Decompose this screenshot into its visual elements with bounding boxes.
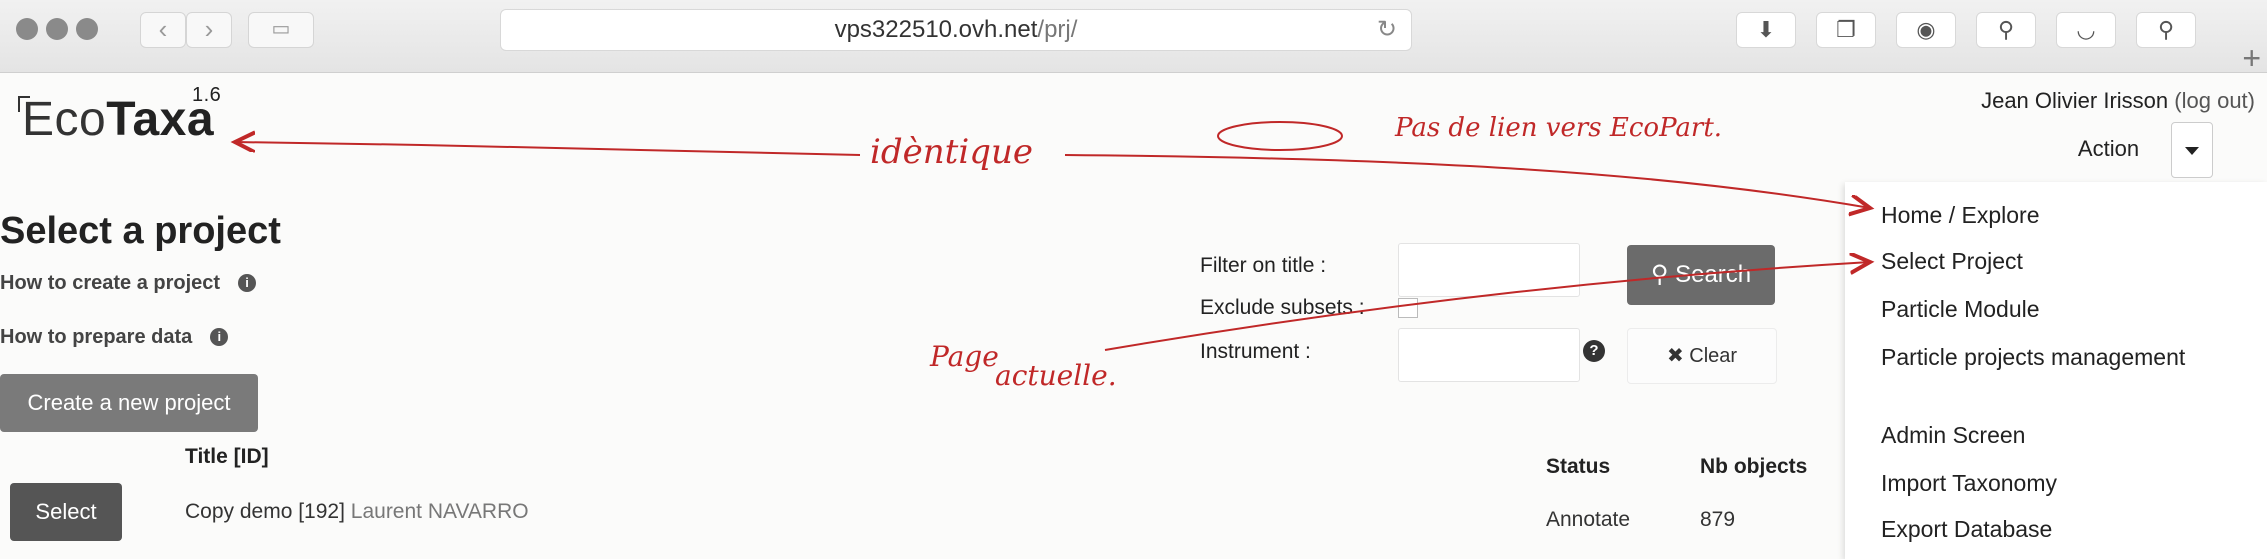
table-row-title[interactable]: Copy demo [192] Laurent NAVARRO bbox=[185, 500, 529, 524]
user-name: Jean Olivier Irisson bbox=[1981, 88, 2169, 113]
sidebar-icon[interactable]: ▭ bbox=[248, 12, 314, 48]
exclude-subsets-label: Exclude subsets : bbox=[1200, 296, 1365, 319]
annotation-identique: idèntique bbox=[870, 132, 1033, 172]
col-nb-objects-header: Nb objects bbox=[1700, 455, 1808, 478]
address-bar[interactable]: vps322510.ovh.net/prj/ ↻ bbox=[500, 9, 1412, 51]
search-button-label: Search bbox=[1675, 261, 1752, 288]
ecopart-ellipse bbox=[1217, 121, 1343, 151]
caret-down-icon[interactable] bbox=[2171, 122, 2213, 178]
annotation-actuelle: actuelle. bbox=[995, 359, 1117, 392]
tabs-overview-icon[interactable]: ❐ bbox=[1816, 12, 1876, 48]
info-icon[interactable]: i bbox=[238, 274, 257, 292]
project-owner: Laurent NAVARRO bbox=[350, 500, 529, 523]
annotation-pas-de-lien: Pas de lien vers EcoPart. bbox=[1394, 113, 1722, 143]
search-button[interactable]: ⚲ Search bbox=[1627, 245, 1775, 305]
logo-bracket bbox=[18, 96, 30, 112]
project-nb-objects: 879 bbox=[1700, 508, 1736, 531]
menu-item-import-taxonomy[interactable]: Import Taxonomy bbox=[1881, 470, 2057, 497]
menu-item-select-project[interactable]: Select Project bbox=[1881, 248, 2023, 275]
clear-button[interactable]: ✖ Clear bbox=[1627, 328, 1777, 384]
info-icon[interactable]: i bbox=[210, 328, 229, 346]
action-menu: Home / Explore Select Project Particle M… bbox=[1845, 182, 2267, 559]
help-create-project[interactable]: How to create a project i bbox=[0, 272, 257, 295]
extension-icon[interactable]: ◉ bbox=[1896, 12, 1956, 48]
filter-title-input[interactable] bbox=[1398, 243, 1580, 297]
url-host: vps322510.ovh.net bbox=[834, 16, 1038, 43]
clear-button-label: Clear bbox=[1689, 345, 1738, 367]
reload-icon[interactable]: ↻ bbox=[1377, 10, 1397, 50]
help-prepare-label[interactable]: How to prepare data bbox=[0, 326, 192, 348]
menu-item-particle-projects[interactable]: Particle projects management bbox=[1881, 344, 2185, 371]
close-icon: ✖ bbox=[1666, 345, 1684, 367]
filter-title-label: Filter on title : bbox=[1200, 254, 1327, 277]
instrument-select[interactable] bbox=[1398, 328, 1580, 382]
col-title-header: Title [ID] bbox=[185, 445, 269, 468]
search-extension-icon[interactable]: ⚲ bbox=[1976, 12, 2036, 48]
logout-link[interactable]: (log out) bbox=[2174, 88, 2255, 113]
select-project-button[interactable]: Select bbox=[10, 483, 122, 541]
arrow-to-home bbox=[1064, 154, 1870, 208]
new-tab-icon[interactable]: + bbox=[2242, 40, 2261, 77]
arrow-to-logo bbox=[235, 142, 861, 156]
app-logo[interactable]: EcoTaxa 1.6 bbox=[18, 84, 221, 147]
minimize-window-icon[interactable] bbox=[46, 18, 68, 40]
action-button[interactable]: Action bbox=[2046, 122, 2171, 176]
pocket-icon[interactable]: ◡ bbox=[2056, 12, 2116, 48]
annotation-page: Page bbox=[929, 340, 999, 373]
user-info: Jean Olivier Irisson (log out) bbox=[1981, 88, 2255, 114]
help-prepare-data[interactable]: How to prepare data i bbox=[0, 326, 229, 349]
search-extension-2-icon[interactable]: ⚲ bbox=[2136, 12, 2196, 48]
project-title[interactable]: Copy demo [192] bbox=[185, 500, 345, 523]
logo-eco: Eco bbox=[22, 93, 107, 146]
help-create-label[interactable]: How to create a project bbox=[0, 272, 220, 294]
col-status-header: Status bbox=[1546, 455, 1611, 478]
create-project-button[interactable]: Create a new project bbox=[0, 374, 258, 432]
back-icon[interactable]: ‹ bbox=[140, 12, 186, 48]
url-path: /prj/ bbox=[1037, 16, 1078, 43]
menu-item-particle-module[interactable]: Particle Module bbox=[1881, 296, 2040, 323]
menu-item-admin-screen[interactable]: Admin Screen bbox=[1881, 422, 2025, 449]
exclude-subsets-checkbox[interactable] bbox=[1398, 298, 1418, 318]
forward-icon[interactable]: › bbox=[186, 12, 232, 48]
instrument-label: Instrument : bbox=[1200, 340, 1311, 363]
zoom-window-icon[interactable] bbox=[76, 18, 98, 40]
question-icon[interactable]: ? bbox=[1583, 340, 1605, 362]
menu-item-export-database[interactable]: Export Database bbox=[1881, 516, 2052, 543]
app-version: 1.6 bbox=[192, 84, 222, 106]
project-status: Annotate bbox=[1546, 508, 1631, 531]
download-icon[interactable]: ⬇ bbox=[1736, 12, 1796, 48]
close-window-icon[interactable] bbox=[16, 18, 38, 40]
menu-item-home-explore[interactable]: Home / Explore bbox=[1881, 202, 2040, 229]
search-icon: ⚲ bbox=[1650, 261, 1669, 288]
browser-toolbar: ‹ › ▭ vps322510.ovh.net/prj/ ↻ ⬇ ❐ ◉ ⚲ ◡… bbox=[0, 0, 2267, 76]
page-title: Select a project bbox=[0, 210, 281, 252]
